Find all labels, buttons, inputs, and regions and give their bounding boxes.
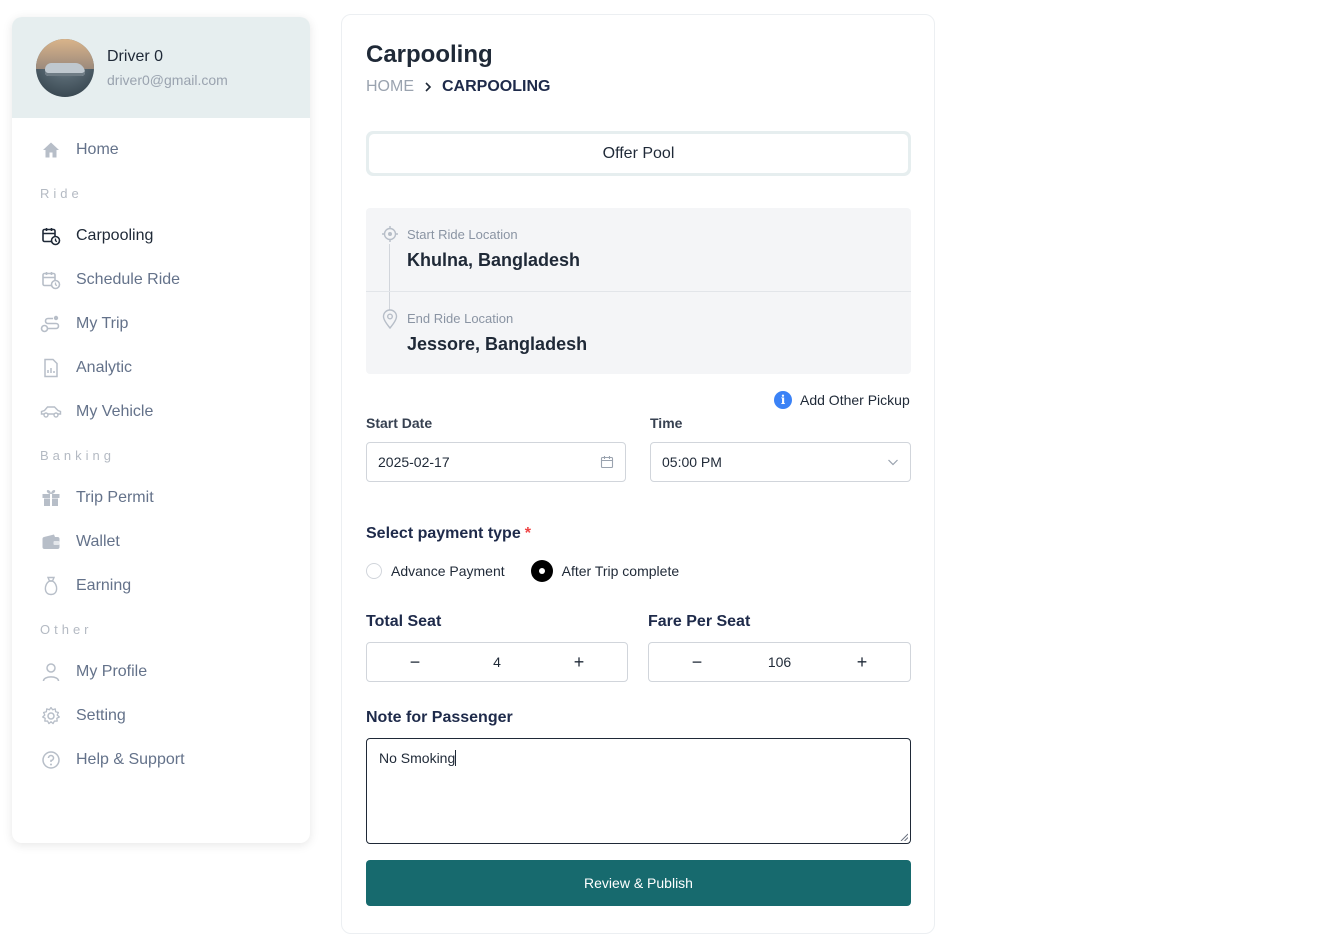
car-icon [40,401,62,423]
calendar-icon [600,455,614,469]
sidebar-item-trip-permit[interactable]: Trip Permit [12,476,310,520]
sidebar-item-analytic[interactable]: Analytic [12,346,310,390]
gear-icon [40,705,62,727]
total-seat-decrement-button[interactable]: − [367,643,463,681]
sidebar-section-banking: Banking [40,447,115,463]
end-location-field[interactable]: End Ride Location Jessore, Bangladesh [366,291,911,374]
offer-pool-tabs: Offer Pool [366,131,911,176]
start-date-input[interactable]: 2025-02-17 [366,442,626,482]
end-location-value: Jessore, Bangladesh [407,334,588,354]
wallet-icon [40,531,62,553]
note-label: Note for Passenger [366,709,513,726]
breadcrumb-home[interactable]: HOME [366,78,414,96]
sidebar-item-label: My Vehicle [76,403,154,420]
sidebar-item-home[interactable]: Home [12,128,310,172]
add-pickup-link[interactable]: i Add Other Pickup [774,391,910,409]
location-box: Start Ride Location Khulna, Bangladesh E… [366,208,911,374]
help-circle-icon [40,749,62,771]
sidebar-item-label: Help & Support [76,751,185,768]
sidebar-item-label: My Trip [76,315,129,332]
sidebar-item-label: Wallet [76,533,120,550]
breadcrumb: HOME CARPOOLING [366,78,550,96]
money-bag-icon [40,575,62,597]
start-location-value: Khulna, Bangladesh [407,250,581,270]
radio-label: Advance Payment [391,563,505,579]
calendar-clock-icon [40,269,62,291]
sidebar-item-label: Home [76,141,119,158]
fare-per-seat-value[interactable]: 106 [745,654,814,670]
end-location-label: End Ride Location [407,311,514,326]
start-date-label: Start Date [366,415,433,431]
info-icon: i [774,391,792,409]
required-mark: * [524,525,531,542]
sidebar-item-my-vehicle[interactable]: My Vehicle [12,390,310,434]
resize-handle-icon[interactable] [900,833,908,841]
offer-pool-button[interactable]: Offer Pool [369,134,908,173]
sidebar-item-label: Trip Permit [76,489,154,506]
sidebar-item-label: Analytic [76,359,133,376]
avatar [36,38,94,97]
payment-type-label: Select payment type * [366,525,531,542]
fare-decrement-button[interactable]: − [649,643,745,681]
breadcrumb-current: CARPOOLING [442,78,551,95]
radio-advance-payment[interactable]: Advance Payment [366,563,505,579]
calendar-clock-icon [40,225,62,247]
document-chart-icon [40,357,62,379]
route-icon [40,313,62,335]
time-label: Time [650,415,683,431]
total-seat-value[interactable]: 4 [463,654,531,670]
total-seat-increment-button[interactable]: + [531,643,627,681]
home-icon [40,139,62,161]
sidebar-item-my-profile[interactable]: My Profile [12,650,310,694]
review-publish-button[interactable]: Review & Publish [366,860,911,906]
total-seat-stepper: − 4 + [366,642,628,682]
profile-email: driver0@gmail.com [107,72,228,88]
start-location-label: Start Ride Location [407,227,518,242]
crosshair-icon [381,225,399,243]
chevron-down-icon [887,456,899,468]
sidebar-item-earning[interactable]: Earning [12,564,310,608]
chevron-right-icon [422,81,434,93]
sidebar-section-other: Other [40,621,93,637]
profile-card[interactable]: Driver 0 driver0@gmail.com [12,17,310,118]
sidebar-nav: Home Ride Carpooling Schedule Ride My Trip An… [12,118,310,782]
radio-checked[interactable] [530,560,553,582]
sidebar-item-label: Carpooling [76,227,154,244]
sidebar-item-label: Setting [76,707,126,724]
carpooling-card: Carpooling HOME CARPOOLING Offer Pool St… [341,14,935,934]
sidebar-item-setting[interactable]: Setting [12,694,310,738]
note-value: No Smoking [379,750,456,766]
map-pin-icon [381,309,399,330]
fare-increment-button[interactable]: + [814,643,910,681]
sidebar-item-label: My Profile [76,663,148,680]
text-caret [455,750,457,766]
sidebar-item-my-trip[interactable]: My Trip [12,302,310,346]
gift-icon [40,487,62,509]
note-textarea[interactable]: No Smoking [366,738,911,844]
fare-per-seat-label: Fare Per Seat [648,613,751,630]
sidebar-item-schedule-ride[interactable]: Schedule Ride [12,258,310,302]
start-location-field[interactable]: Start Ride Location Khulna, Bangladesh [366,208,911,291]
page-title: Carpooling [366,41,493,68]
total-seat-label: Total Seat [366,613,442,630]
sidebar-item-help-support[interactable]: Help & Support [12,738,310,782]
radio-after-trip-complete[interactable]: After Trip complete [530,560,680,582]
payment-type-radio-group: Advance Payment After Trip complete [366,560,705,582]
sidebar: Driver 0 driver0@gmail.com Home Ride Carpo… [12,17,310,843]
time-value: 05:00 PM [662,454,722,470]
profile-name: Driver 0 [107,48,164,65]
sidebar-item-label: Schedule Ride [76,271,181,288]
radio-unchecked[interactable] [366,563,382,579]
sidebar-item-wallet[interactable]: Wallet [12,520,310,564]
sidebar-item-carpooling[interactable]: Carpooling [12,214,310,258]
add-pickup-label: Add Other Pickup [800,392,910,408]
time-select[interactable]: 05:00 PM [650,442,911,482]
sidebar-item-label: Earning [76,577,132,594]
start-date-value: 2025-02-17 [378,454,450,470]
sidebar-section-ride: Ride [40,185,83,201]
user-icon [40,661,62,683]
fare-per-seat-stepper: − 106 + [648,642,911,682]
radio-label: After Trip complete [561,563,680,579]
